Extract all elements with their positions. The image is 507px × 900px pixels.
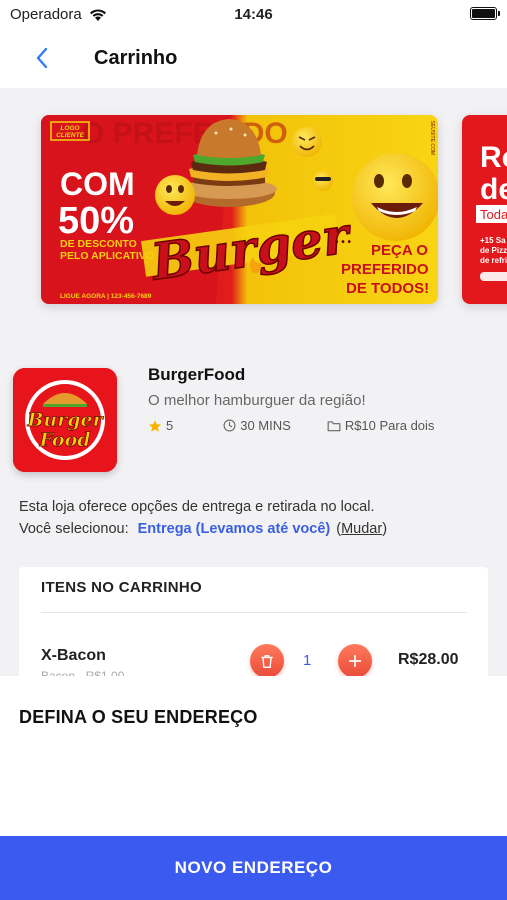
address-title: DEFINA O SEU ENDEREÇO <box>19 707 258 727</box>
banner-cta-line2: PREFERIDO <box>341 261 429 278</box>
store-logo-line1: Burger <box>26 409 104 431</box>
banner2-small-line1: +15 Sa <box>480 236 506 245</box>
cart-item-price: R$28.00 <box>398 651 459 668</box>
star-icon <box>148 419 162 432</box>
carrier-group: Operadora <box>10 6 108 23</box>
nav-bar: Carrinho <box>0 28 507 88</box>
change-close-paren: ) <box>382 521 388 537</box>
svg-text:• • •: • • • <box>335 237 352 248</box>
banner2-title-line1: Ro <box>480 141 507 174</box>
cart-header: ITENS NO CARRINHO <box>41 579 202 596</box>
promo-banner-pizza[interactable]: Ro de Toda +15 Sa de Pizz de refri <box>462 115 507 304</box>
banner-carousel[interactable]: O PREFERIDO LOGO CLIENTE COM 50% DE DESC… <box>0 88 507 328</box>
folder-icon <box>327 420 341 431</box>
address-sheet: DEFINA O SEU ENDEREÇO NOVO ENDEREÇO <box>0 676 507 900</box>
carrier-name: Operadora <box>10 5 82 23</box>
page-title: Carrinho <box>94 46 178 69</box>
battery-icon <box>470 7 500 20</box>
new-address-button[interactable]: NOVO ENDEREÇO <box>0 836 507 900</box>
banner-logo-line1: LOGO <box>60 125 79 132</box>
banner-logo-line2: CLIENTE <box>56 132 84 139</box>
banner-website: SEUSITE.COM <box>429 121 435 155</box>
store-description: O melhor hamburguer da região! <box>148 392 366 409</box>
store-meta: 5 30 MINS R$10 Para dois <box>148 418 434 433</box>
rating-item: 5 <box>148 418 173 433</box>
pizza-promo-artwork: Ro de Toda +15 Sa de Pizz de refri <box>462 115 507 304</box>
banner-call-text: LIGUE AGORA | 123-456-7689 <box>60 293 152 300</box>
store-name: BurgerFood <box>148 365 246 384</box>
wifi-icon <box>89 8 106 21</box>
cart-item-name: X-Bacon <box>41 647 106 664</box>
selected-label: Você selecionou: <box>19 521 129 537</box>
delivery-selection: Você selecionou: Entrega (Levamos até vo… <box>19 521 387 537</box>
store-info-section: Burger Food BurgerFood O melhor hamburgu… <box>0 345 507 545</box>
banner2-small-line3: de refri <box>480 256 507 265</box>
banner-cta-line1: PEÇA O <box>371 242 428 259</box>
trash-icon <box>261 654 273 668</box>
store-logo-line2: Food <box>38 429 90 451</box>
remove-item-button[interactable] <box>250 644 284 678</box>
banner-headline-line2: 50% <box>58 200 134 242</box>
selected-delivery-mode: Entrega (Levamos até você) <box>137 521 331 537</box>
banner-sub-line1: DE DESCONTO <box>60 238 137 250</box>
back-chevron-icon <box>36 47 48 69</box>
store-logo: Burger Food <box>13 368 117 472</box>
status-bar: Operadora 14:46 <box>0 0 507 28</box>
back-button[interactable] <box>22 38 62 78</box>
plus-icon <box>348 654 362 668</box>
store-price-for-two: R$10 Para dois <box>344 418 435 433</box>
burger-promo-artwork: O PREFERIDO LOGO CLIENTE COM 50% DE DESC… <box>41 115 438 304</box>
time-item: 30 MINS <box>223 418 291 433</box>
store-delivery-time: 30 MINS <box>240 418 291 433</box>
delivery-info: Esta loja oferece opções de entrega e re… <box>19 499 375 515</box>
store-rating: 5 <box>166 418 174 433</box>
banner2-tag: Toda <box>480 207 507 222</box>
item-quantity: 1 <box>303 652 312 669</box>
promo-banner-burger[interactable]: O PREFERIDO LOGO CLIENTE COM 50% DE DESC… <box>41 115 438 304</box>
store-logo-artwork: Burger Food <box>13 368 117 472</box>
clock-icon <box>223 419 236 432</box>
price-item: R$10 Para dois <box>327 418 435 433</box>
banner-cta-line3: DE TODOS! <box>346 280 429 297</box>
banner2-small-line2: de Pizz <box>480 246 507 255</box>
add-item-button[interactable] <box>338 644 372 678</box>
change-delivery-link[interactable]: Mudar <box>341 521 382 537</box>
banner-sub-line2: PELO APLICATIVO <box>60 250 154 262</box>
cart-divider <box>41 612 467 613</box>
banner-headline-line1: COM <box>60 166 135 202</box>
banner2-title-line2: de <box>480 173 507 206</box>
